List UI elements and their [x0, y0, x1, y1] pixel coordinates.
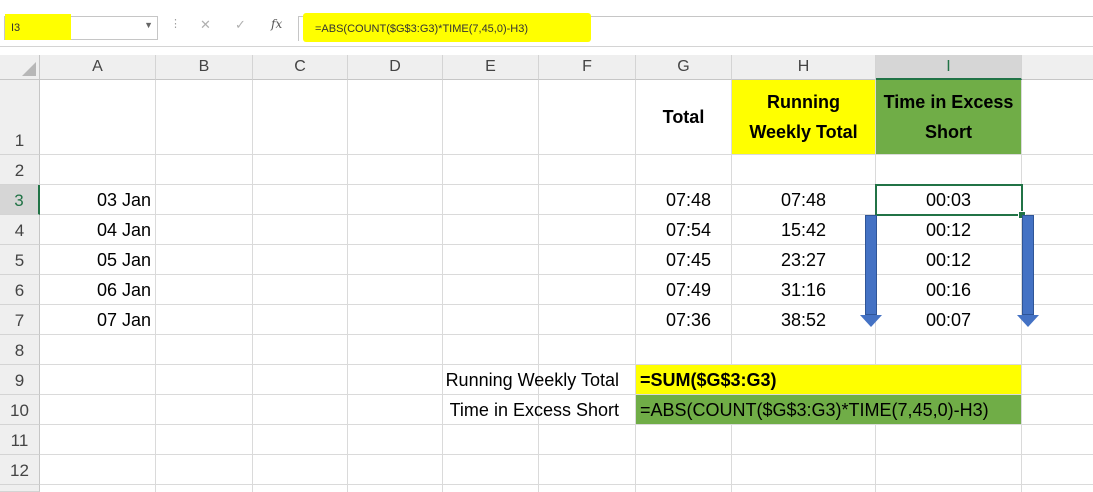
- row-header-8[interactable]: 8: [0, 335, 40, 365]
- column-header-c[interactable]: C: [253, 55, 348, 80]
- row-number: 8: [14, 341, 25, 360]
- header-excess-line1: Time in Excess: [883, 92, 1014, 112]
- select-all-button[interactable]: [0, 55, 40, 80]
- row-number: 6: [14, 281, 25, 300]
- chevron-down-icon[interactable]: ▼: [144, 20, 153, 30]
- row-header-4[interactable]: 4: [0, 215, 40, 245]
- row-number: 3: [14, 191, 24, 210]
- row-number: 2: [14, 161, 25, 180]
- date-cell[interactable]: 05 Jan: [40, 245, 155, 274]
- header-total[interactable]: Total: [636, 80, 731, 154]
- total-cell[interactable]: 07:54: [636, 215, 731, 244]
- gridline: [40, 424, 1093, 425]
- down-arrow-right-shaft: [1022, 215, 1034, 315]
- gridline: [155, 80, 156, 492]
- running-total-cell[interactable]: 38:52: [732, 305, 875, 334]
- drag-handle-icon[interactable]: ⋮: [170, 17, 181, 30]
- total-cell[interactable]: 07:45: [636, 245, 731, 274]
- running-total-cell[interactable]: 07:48: [732, 185, 875, 214]
- row-header-7[interactable]: 7: [0, 305, 40, 335]
- enter-icon[interactable]: ✓: [235, 17, 246, 33]
- row-number: 9: [14, 371, 25, 390]
- column-header-f[interactable]: F: [539, 55, 636, 80]
- total-cell[interactable]: 07:49: [636, 275, 731, 304]
- gridline: [40, 484, 1093, 485]
- gridline: [442, 80, 443, 492]
- gridline: [252, 80, 253, 492]
- header-running-line2: Weekly Total: [749, 122, 858, 142]
- row-number: 5: [14, 251, 25, 270]
- date-cell[interactable]: 03 Jan: [40, 185, 155, 214]
- running-formula-text[interactable]: =SUM($G$3:G3): [636, 365, 1021, 394]
- row-header-12[interactable]: 12: [0, 455, 40, 485]
- column-header-g[interactable]: G: [636, 55, 732, 80]
- row-number: 1: [14, 131, 25, 150]
- cancel-icon[interactable]: ✕: [200, 17, 211, 33]
- row-header-2[interactable]: 2: [0, 155, 40, 185]
- excess-formula-text[interactable]: =ABS(COUNT($G$3:G3)*TIME(7,45,0)-H3): [636, 395, 1021, 424]
- total-cell[interactable]: 07:36: [636, 305, 731, 334]
- running-formula-label[interactable]: Running Weekly Total: [348, 365, 635, 394]
- active-cell-border: [875, 184, 1023, 216]
- row-number: 4: [14, 221, 25, 240]
- gridline: [40, 334, 1093, 335]
- excess-cell[interactable]: 00:16: [876, 275, 1021, 304]
- column-header-e[interactable]: E: [443, 55, 539, 80]
- date-cell[interactable]: 06 Jan: [40, 275, 155, 304]
- header-excess-line2: Short: [925, 122, 972, 142]
- gridline: [40, 154, 1093, 155]
- excess-formula-label[interactable]: Time in Excess Short: [348, 395, 635, 424]
- gridline: [538, 80, 539, 492]
- row-number: 12: [10, 461, 29, 480]
- running-total-cell[interactable]: 23:27: [732, 245, 875, 274]
- header-total-label: Total: [662, 107, 705, 127]
- running-total-cell[interactable]: 31:16: [732, 275, 875, 304]
- row-header-11[interactable]: 11: [0, 425, 40, 455]
- formula-text: =ABS(COUNT($G$3:G3)*TIME(7,45,0)-H3): [315, 23, 529, 35]
- running-total-cell[interactable]: 15:42: [732, 215, 875, 244]
- select-all-icon: [22, 62, 36, 76]
- column-header-a[interactable]: A: [40, 55, 156, 80]
- header-running-line1: Running: [767, 92, 840, 112]
- row-header-3[interactable]: 3: [0, 185, 40, 215]
- excess-cell[interactable]: 00:12: [876, 245, 1021, 274]
- date-cell[interactable]: 04 Jan: [40, 215, 155, 244]
- header-time-in-excess-short[interactable]: Time in Excess Short: [876, 80, 1021, 154]
- formula-input[interactable]: =ABS(COUNT($G$3:G3)*TIME(7,45,0)-H3): [298, 13, 1093, 42]
- row-header-1[interactable]: 1: [0, 80, 40, 155]
- formula-bar: I3 ▼ ⋮ ✕ ✓ fx =ABS(COUNT($G$3:G3)*TIME(7…: [0, 0, 1093, 47]
- excess-cell[interactable]: 00:07: [876, 305, 1021, 334]
- row-number: 10: [10, 401, 29, 420]
- down-arrow-left-shaft: [865, 215, 877, 315]
- column-header-h[interactable]: H: [732, 55, 876, 80]
- column-header-j[interactable]: [1022, 55, 1093, 80]
- gridline: [347, 80, 348, 492]
- excess-cell[interactable]: 00:12: [876, 215, 1021, 244]
- gridline: [40, 454, 1093, 455]
- down-arrow-icon: [1017, 315, 1039, 327]
- row-header-5[interactable]: 5: [0, 245, 40, 275]
- row-header-6[interactable]: 6: [0, 275, 40, 305]
- insert-function-icon[interactable]: fx: [271, 17, 282, 31]
- date-cell[interactable]: 07 Jan: [40, 305, 155, 334]
- name-box[interactable]: I3 ▼: [4, 14, 158, 40]
- column-header-b[interactable]: B: [156, 55, 253, 80]
- row-header-9[interactable]: 9: [0, 365, 40, 395]
- row-header-10[interactable]: 10: [0, 395, 40, 425]
- row-header-13[interactable]: [0, 485, 40, 492]
- down-arrow-icon: [860, 315, 882, 327]
- name-box-value: I3: [11, 22, 21, 34]
- row-number: 7: [14, 311, 25, 330]
- column-header-d[interactable]: D: [348, 55, 443, 80]
- column-header-i[interactable]: I: [876, 55, 1022, 80]
- total-cell[interactable]: 07:48: [636, 185, 731, 214]
- row-number: 11: [10, 431, 29, 450]
- header-running-weekly-total[interactable]: Running Weekly Total: [732, 80, 875, 154]
